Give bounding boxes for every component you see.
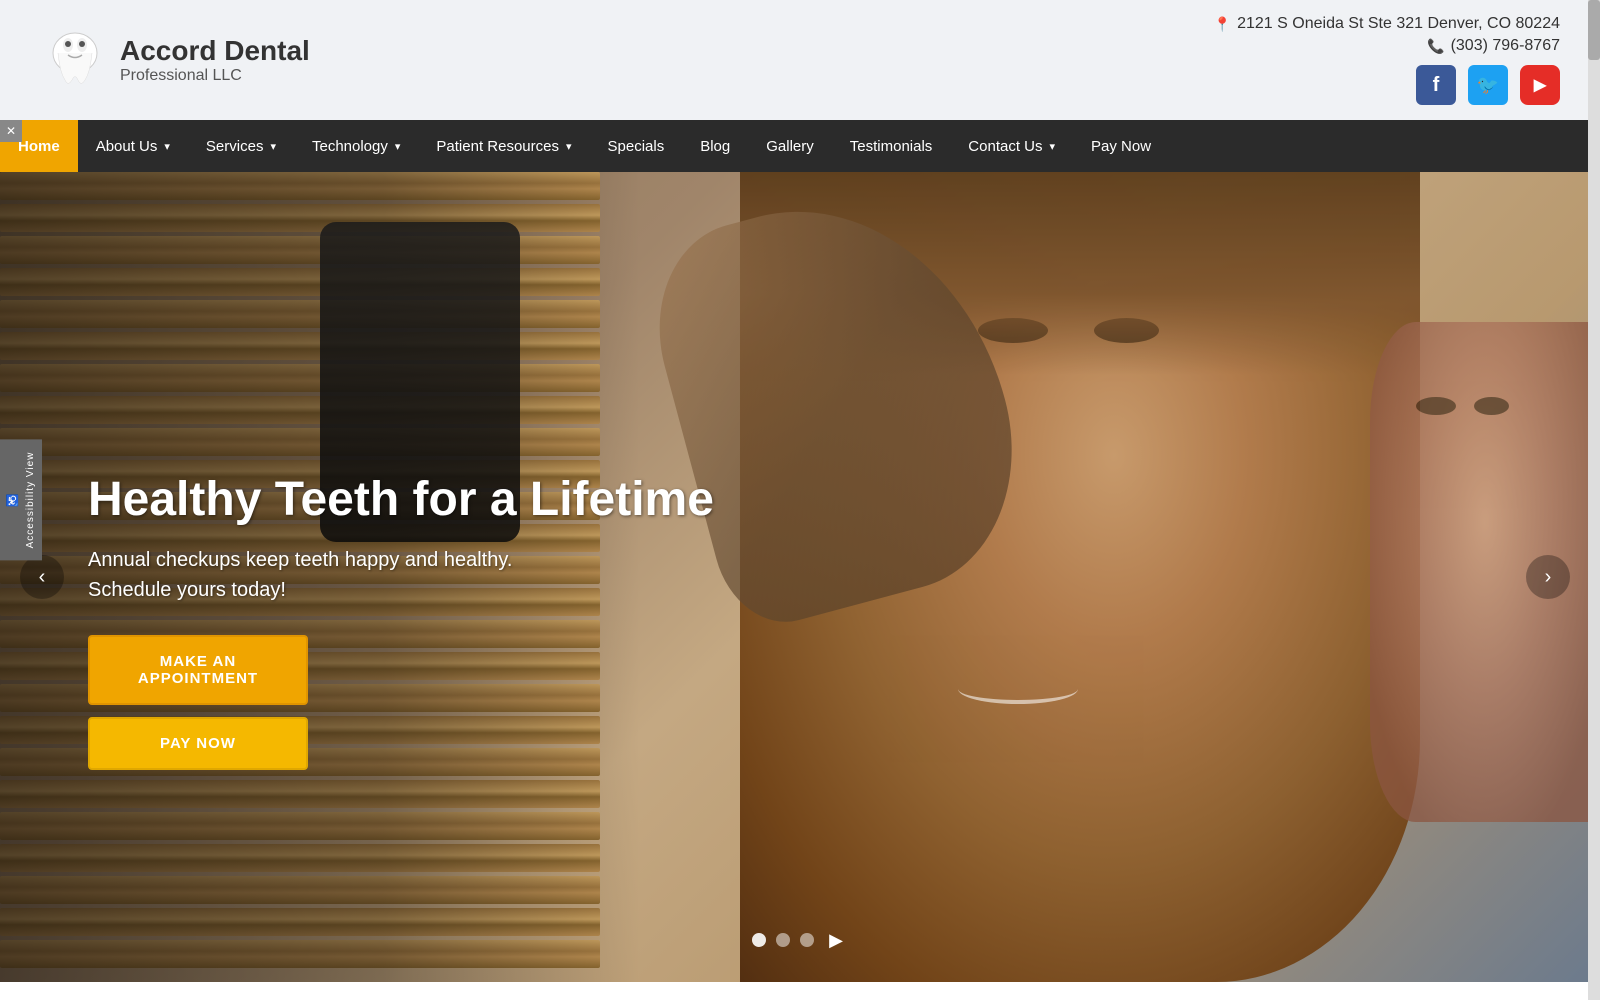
- youtube-link[interactable]: ▶: [1520, 65, 1560, 105]
- carousel-dot-3[interactable]: [800, 933, 814, 947]
- nav-contact-us-label: Contact Us: [968, 138, 1042, 155]
- carousel-next-button[interactable]: ›: [1526, 555, 1570, 599]
- hero-subtitle: Annual checkups keep teeth happy and hea…: [88, 545, 714, 605]
- facebook-link[interactable]: f: [1416, 65, 1456, 105]
- play-icon: ▶: [829, 930, 843, 951]
- nav-technology-label: Technology: [312, 138, 388, 155]
- scrollbar[interactable]: [1588, 0, 1600, 1000]
- carousel-dot-2[interactable]: [776, 933, 790, 947]
- nav-blog[interactable]: Blog: [682, 120, 748, 172]
- hero-title: Healthy Teeth for a Lifetime: [88, 471, 714, 529]
- make-appointment-button[interactable]: MAKE AN APPOINTMENT: [88, 635, 308, 705]
- nav-specials-label: Specials: [608, 138, 665, 155]
- nav-services[interactable]: Services ▾: [188, 120, 294, 172]
- contact-info: 📍 2121 S Oneida St Ste 321 Denver, CO 80…: [1214, 15, 1560, 55]
- chevron-right-icon: ›: [1545, 566, 1552, 589]
- nav-patient-resources-label: Patient Resources: [436, 138, 559, 155]
- scrollbar-thumb[interactable]: [1588, 0, 1600, 60]
- chevron-left-icon: ‹: [39, 566, 46, 589]
- contact-us-chevron-icon: ▾: [1050, 140, 1056, 153]
- nav-testimonials-label: Testimonials: [850, 138, 933, 155]
- logo-icon: [40, 25, 110, 95]
- carousel-dots: ▶: [752, 928, 848, 952]
- accessibility-icon: ♿: [6, 493, 19, 506]
- youtube-icon: ▶: [1534, 75, 1546, 95]
- patient-resources-chevron-icon: ▾: [566, 140, 572, 153]
- phone-icon: 📞: [1427, 38, 1444, 55]
- about-us-chevron-icon: ▾: [164, 140, 170, 153]
- nav-testimonials[interactable]: Testimonials: [832, 120, 951, 172]
- twitter-icon: 🐦: [1477, 75, 1499, 96]
- nav-pay-now[interactable]: Pay Now: [1073, 120, 1169, 172]
- logo-name: Accord Dental: [120, 35, 310, 67]
- nav-specials[interactable]: Specials: [590, 120, 683, 172]
- nav-gallery[interactable]: Gallery: [748, 120, 832, 172]
- nav-patient-resources[interactable]: Patient Resources ▾: [418, 120, 589, 172]
- nav-about-us-label: About Us: [96, 138, 158, 155]
- nav-about-us[interactable]: About Us ▾: [78, 120, 188, 172]
- accessibility-label: Accessibility View: [25, 452, 36, 549]
- hero-content: Healthy Teeth for a Lifetime Annual chec…: [88, 471, 714, 782]
- carousel-play-button[interactable]: ▶: [824, 928, 848, 952]
- hero-subtitle-line2: Schedule yours today!: [88, 579, 286, 601]
- logo-area[interactable]: Accord Dental Professional LLC: [40, 25, 310, 95]
- phone-number: (303) 796-8767: [1451, 37, 1560, 55]
- location-icon: 📍: [1214, 16, 1231, 33]
- close-icon: ✕: [6, 124, 16, 138]
- address-line: 📍 2121 S Oneida St Ste 321 Denver, CO 80…: [1214, 15, 1560, 33]
- technology-chevron-icon: ▾: [395, 140, 401, 153]
- pay-now-button[interactable]: PAY NOW: [88, 717, 308, 770]
- nav-pay-now-label: Pay Now: [1091, 138, 1151, 155]
- phone-line[interactable]: 📞 (303) 796-8767: [1214, 37, 1560, 55]
- header: Accord Dental Professional LLC 📍 2121 S …: [0, 0, 1600, 120]
- hero-subtitle-line1: Annual checkups keep teeth happy and hea…: [88, 549, 512, 571]
- carousel-dot-1[interactable]: [752, 933, 766, 947]
- nav-contact-us[interactable]: Contact Us ▾: [950, 120, 1073, 172]
- nav-services-label: Services: [206, 138, 264, 155]
- nav-gallery-label: Gallery: [766, 138, 814, 155]
- hero-section: Healthy Teeth for a Lifetime Annual chec…: [0, 172, 1600, 982]
- social-icons: f 🐦 ▶: [1416, 65, 1560, 105]
- twitter-link[interactable]: 🐦: [1468, 65, 1508, 105]
- facebook-icon: f: [1433, 74, 1440, 97]
- carousel-prev-button[interactable]: ‹: [20, 555, 64, 599]
- address-text: 2121 S Oneida St Ste 321 Denver, CO 8022…: [1237, 15, 1560, 33]
- hero-right-area: [600, 172, 1600, 982]
- logo-sub: Professional LLC: [120, 67, 310, 85]
- nav-blog-label: Blog: [700, 138, 730, 155]
- nav-home-label: Home: [18, 138, 60, 155]
- services-chevron-icon: ▾: [270, 140, 276, 153]
- nav-technology[interactable]: Technology ▾: [294, 120, 418, 172]
- accessibility-sidebar[interactable]: ♿ Accessibility View: [0, 440, 42, 561]
- accessibility-close-button[interactable]: ✕: [0, 120, 22, 142]
- logo-text: Accord Dental Professional LLC: [120, 35, 310, 85]
- navbar: Home About Us ▾ Services ▾ Technology ▾ …: [0, 120, 1600, 172]
